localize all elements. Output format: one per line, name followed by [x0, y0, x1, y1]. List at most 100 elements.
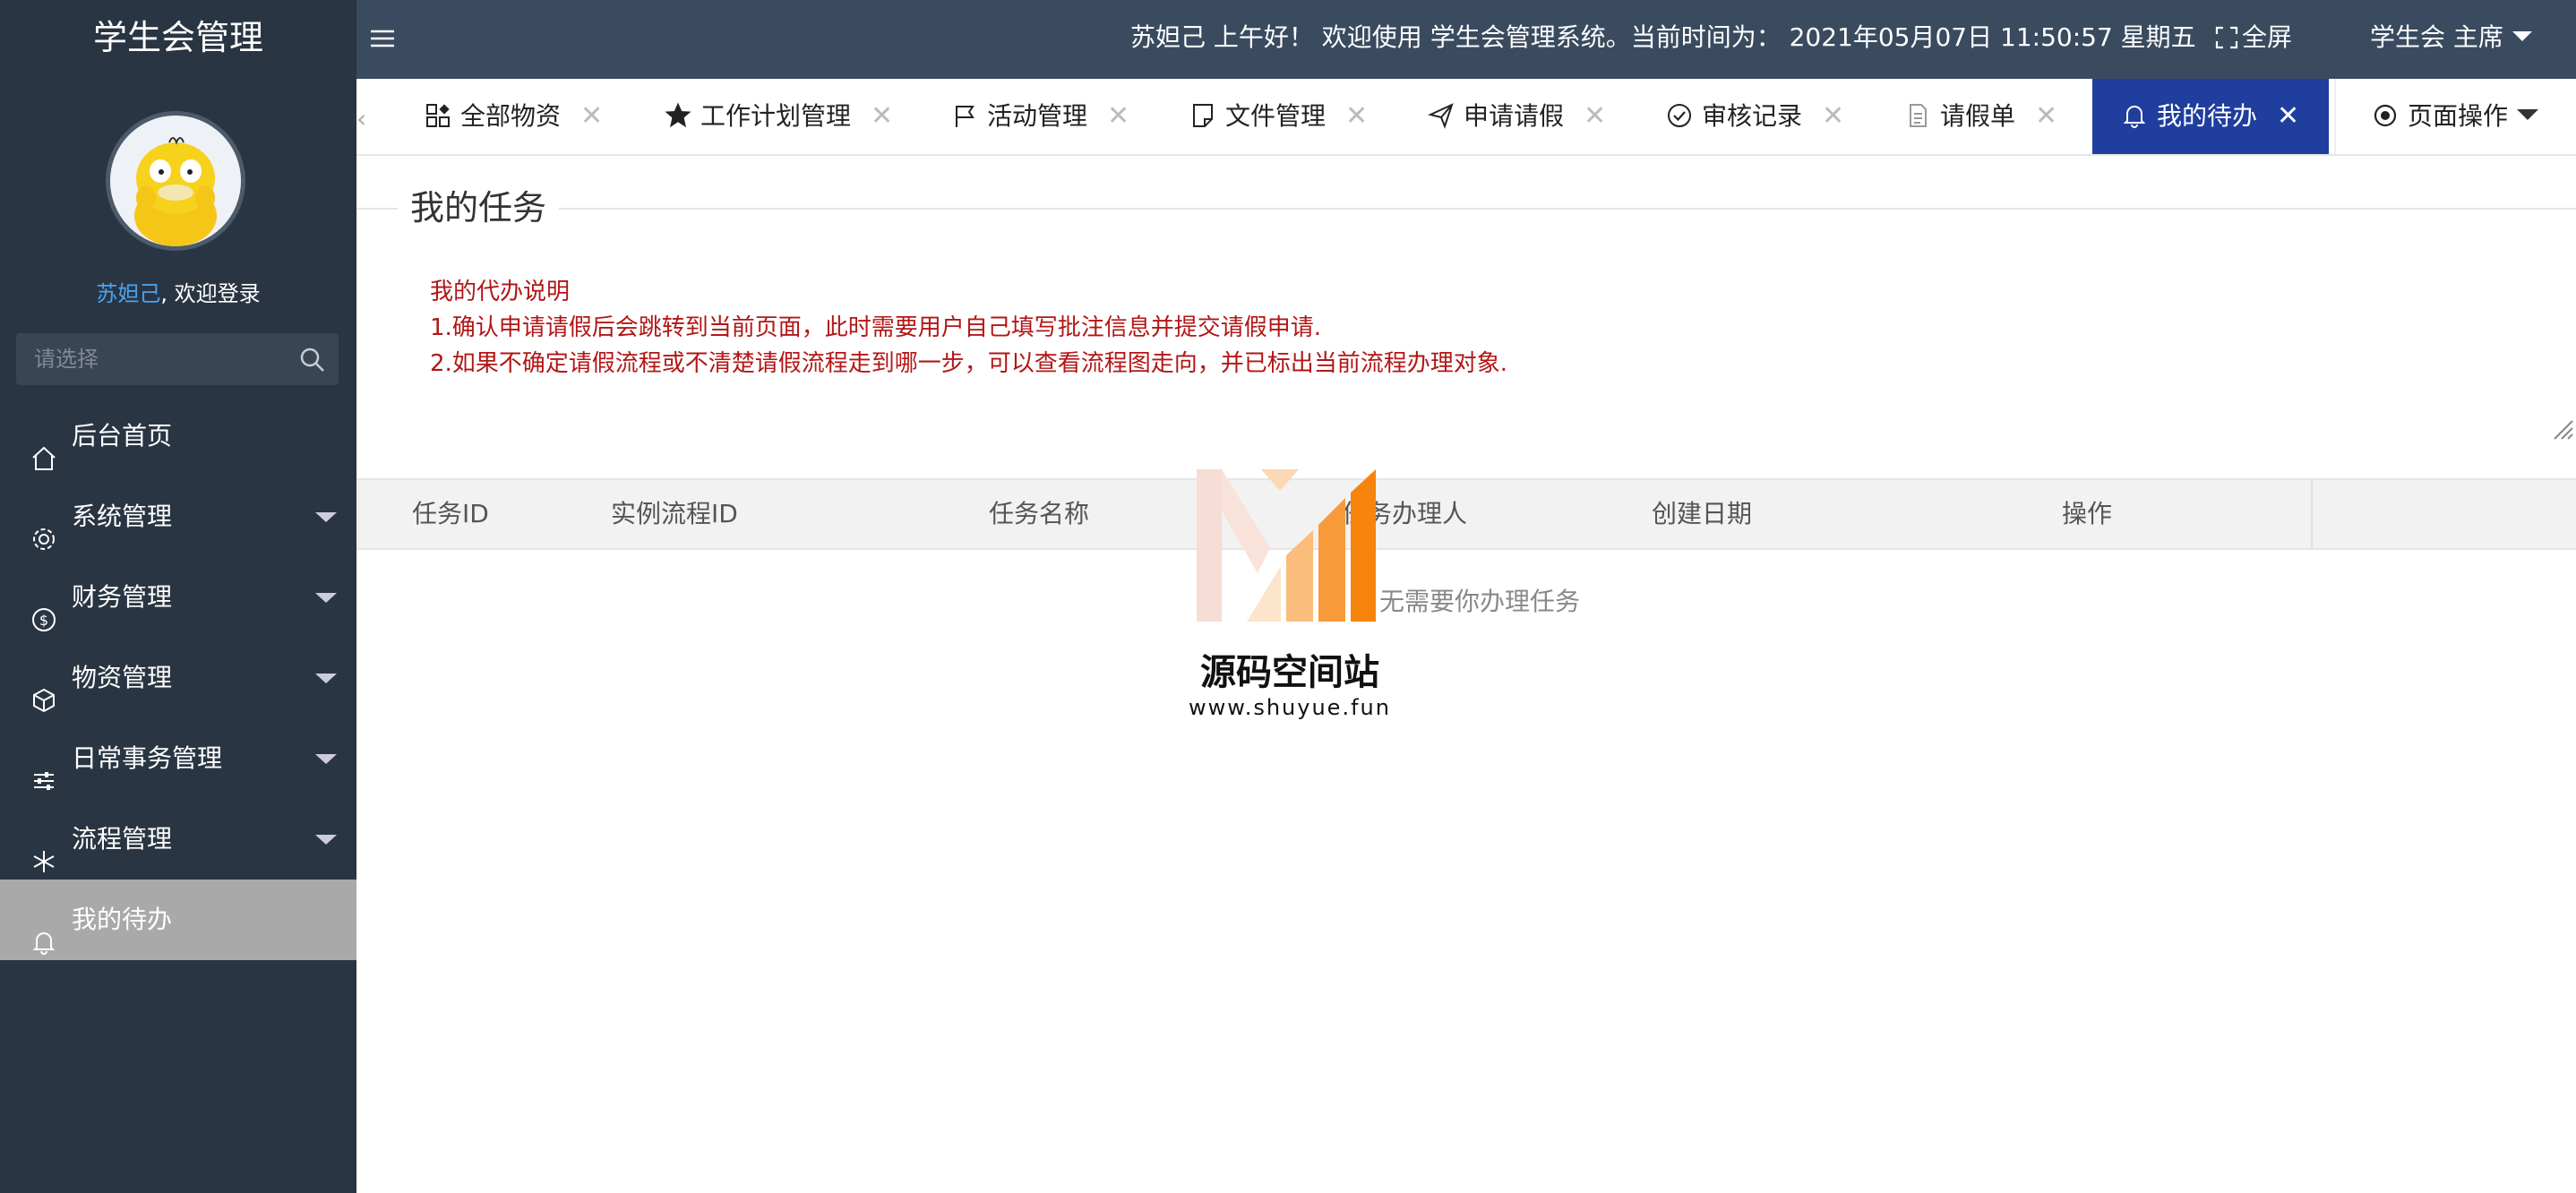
tab-audit-records[interactable]: 审核记录 ✕: [1666, 79, 1844, 154]
tab-apply-leave[interactable]: 申请请假 ✕: [1427, 79, 1606, 154]
column-divider: [2311, 480, 2313, 548]
sidebar-search: [16, 333, 339, 385]
chevron-down-icon: [315, 512, 337, 522]
tab-label: 请假单: [1940, 101, 2016, 131]
sidebar-item-label: 系统管理: [72, 502, 173, 531]
sidebar-item-my-todo[interactable]: 我的待办: [0, 880, 356, 960]
task-table-header: 任务ID 实例流程ID 任务名称 任务办理人 创建日期 操作: [356, 478, 2576, 550]
close-icon[interactable]: ✕: [871, 100, 893, 132]
home-icon: [30, 424, 57, 470]
send-icon: [1427, 103, 1454, 129]
tab-label: 审核记录: [1702, 101, 1803, 131]
sidebar-item-label: 后台首页: [72, 421, 173, 451]
instructions-heading: 我的代办说明: [430, 279, 571, 305]
tab-label: 全部物资: [460, 101, 562, 131]
sidebar-item-system[interactable]: 系统管理: [0, 476, 356, 557]
sidebar-item-label: 财务管理: [72, 582, 173, 612]
chevron-down-icon: [315, 593, 337, 603]
user-menu[interactable]: 学生会 主席: [2370, 0, 2532, 75]
column-header-task-id[interactable]: 任务ID: [412, 480, 489, 548]
tab-work-plan[interactable]: 工作计划管理 ✕: [665, 79, 893, 154]
chevron-down-icon: [2517, 109, 2539, 120]
bell-icon: [30, 907, 57, 955]
app-brand: 学生会管理: [92, 18, 263, 57]
sidebar-item-label: 物资管理: [72, 663, 173, 692]
sidebar-item-label: 我的待办: [72, 905, 173, 934]
page-operations-label: 页面操作: [2408, 101, 2509, 131]
top-header: 苏妲己 上午好！ 欢迎使用 学生会管理系统。当前时间为： 2021年05月07日…: [356, 0, 2576, 79]
sidebar: 学生会管理 苏妲己, 欢迎登录 后台首页: [0, 0, 356, 1193]
cube-icon: [30, 665, 57, 713]
greeting-clock-text: 苏妲己 上午好！ 欢迎使用 学生会管理系统。当前时间为： 2021年05月07日…: [1130, 22, 2196, 52]
menu-search-input[interactable]: [16, 333, 285, 385]
column-header-actions[interactable]: 操作: [2062, 480, 2112, 548]
chevron-down-icon: [315, 754, 337, 764]
user-menu-label: 学生会 主席: [2370, 22, 2503, 52]
tab-activities[interactable]: 活动管理 ✕: [951, 79, 1129, 154]
page-operations-dropdown[interactable]: 页面操作: [2334, 79, 2576, 154]
column-header-instance-id[interactable]: 实例流程ID: [611, 480, 738, 548]
tab-label: 文件管理: [1225, 101, 1327, 131]
close-icon[interactable]: ✕: [1107, 100, 1129, 132]
sidebar-item-workflow[interactable]: 流程管理: [0, 799, 356, 880]
star-icon: [665, 102, 691, 128]
watermark-title: 源码空间站: [1200, 652, 1379, 693]
sidebar-item-home[interactable]: 后台首页: [0, 396, 356, 476]
document-icon: [1910, 104, 1927, 127]
welcome-text: 苏妲己, 欢迎登录: [0, 276, 356, 307]
check-circle-icon: [1668, 104, 1691, 127]
chevron-down-icon: [2512, 31, 2532, 41]
snowflake-icon: [30, 827, 57, 872]
duck-avatar-icon: [110, 116, 241, 246]
tab-scroll-left-icon[interactable]: ‹: [356, 104, 366, 133]
tab-leave-form[interactable]: 请假单 ✕: [1904, 79, 2057, 154]
close-icon[interactable]: ✕: [1584, 100, 1606, 132]
menu-toggle-icon[interactable]: [369, 25, 396, 56]
close-icon[interactable]: ✕: [1345, 100, 1368, 132]
instructions-block: 我的代办说明 1.确认申请请假后会跳转到当前页面，此时需要用户自己填写批注信息并…: [430, 274, 1507, 382]
tab-label: 申请请假: [1464, 101, 1565, 131]
expand-icon: [2215, 26, 2238, 49]
close-icon[interactable]: ✕: [2277, 100, 2299, 132]
tab-bar: ‹ 全部物资 ✕ 工作计划管理 ✕ 活动管理 ✕ 文件管理 ✕ 申请请假 ✕ 审核记录 ✕ …: [356, 79, 2576, 156]
close-icon[interactable]: ✕: [580, 100, 603, 132]
sidebar-item-label: 日常事务管理: [72, 743, 223, 773]
dollar-icon: $: [30, 585, 57, 631]
svg-text:$: $: [39, 612, 48, 629]
tab-label: 我的待办: [2157, 101, 2258, 131]
column-header-created-date[interactable]: 创建日期: [1652, 480, 1752, 548]
watermark-url: www.shuyue.fun: [1189, 695, 1391, 720]
target-icon: [2374, 104, 2397, 127]
tab-label: 活动管理: [987, 101, 1088, 131]
user-name[interactable]: 苏妲己: [96, 281, 160, 306]
flag-icon: [956, 106, 975, 127]
sidebar-item-finance[interactable]: $ 财务管理: [0, 557, 356, 638]
instruction-line: 2.如果不确定请假流程或不清楚请假流程走到哪一步，可以查看流程图走向，并已标出当…: [430, 350, 1508, 377]
page-title: 我的任务: [398, 184, 560, 232]
resize-handle-icon[interactable]: [2551, 417, 2574, 444]
close-icon[interactable]: ✕: [1822, 100, 1844, 132]
bell-icon: [2123, 106, 2146, 128]
fullscreen-button[interactable]: 全屏: [2215, 0, 2292, 75]
search-icon[interactable]: [299, 347, 326, 377]
sidebar-item-materials[interactable]: 物资管理: [0, 638, 356, 718]
close-icon[interactable]: ✕: [2035, 100, 2057, 132]
tab-all-materials[interactable]: 全部物资 ✕: [425, 79, 603, 154]
sliders-icon: [30, 746, 57, 790]
avatar[interactable]: [106, 111, 245, 251]
sidebar-item-daily-affairs[interactable]: 日常事务管理: [0, 718, 356, 799]
tab-my-todo[interactable]: 我的待办 ✕: [2092, 79, 2329, 154]
tab-label: 工作计划管理: [700, 101, 852, 131]
watermark-logo-icon: [1197, 469, 1376, 622]
gear-icon: [30, 504, 57, 550]
fieldset-divider: [356, 208, 2576, 210]
chevron-down-icon: [315, 674, 337, 683]
chevron-down-icon: [315, 835, 337, 845]
welcome-suffix: , 欢迎登录: [160, 281, 261, 306]
tab-files[interactable]: 文件管理 ✕: [1189, 79, 1368, 154]
column-header-task-name[interactable]: 任务名称: [989, 480, 1089, 548]
instruction-line: 1.确认申请请假后会跳转到当前页面，此时需要用户自己填写批注信息并提交请假申请.: [430, 314, 1322, 341]
sidebar-item-label: 流程管理: [72, 824, 173, 854]
grid-icon: [426, 104, 450, 127]
note-icon: [1193, 104, 1213, 127]
